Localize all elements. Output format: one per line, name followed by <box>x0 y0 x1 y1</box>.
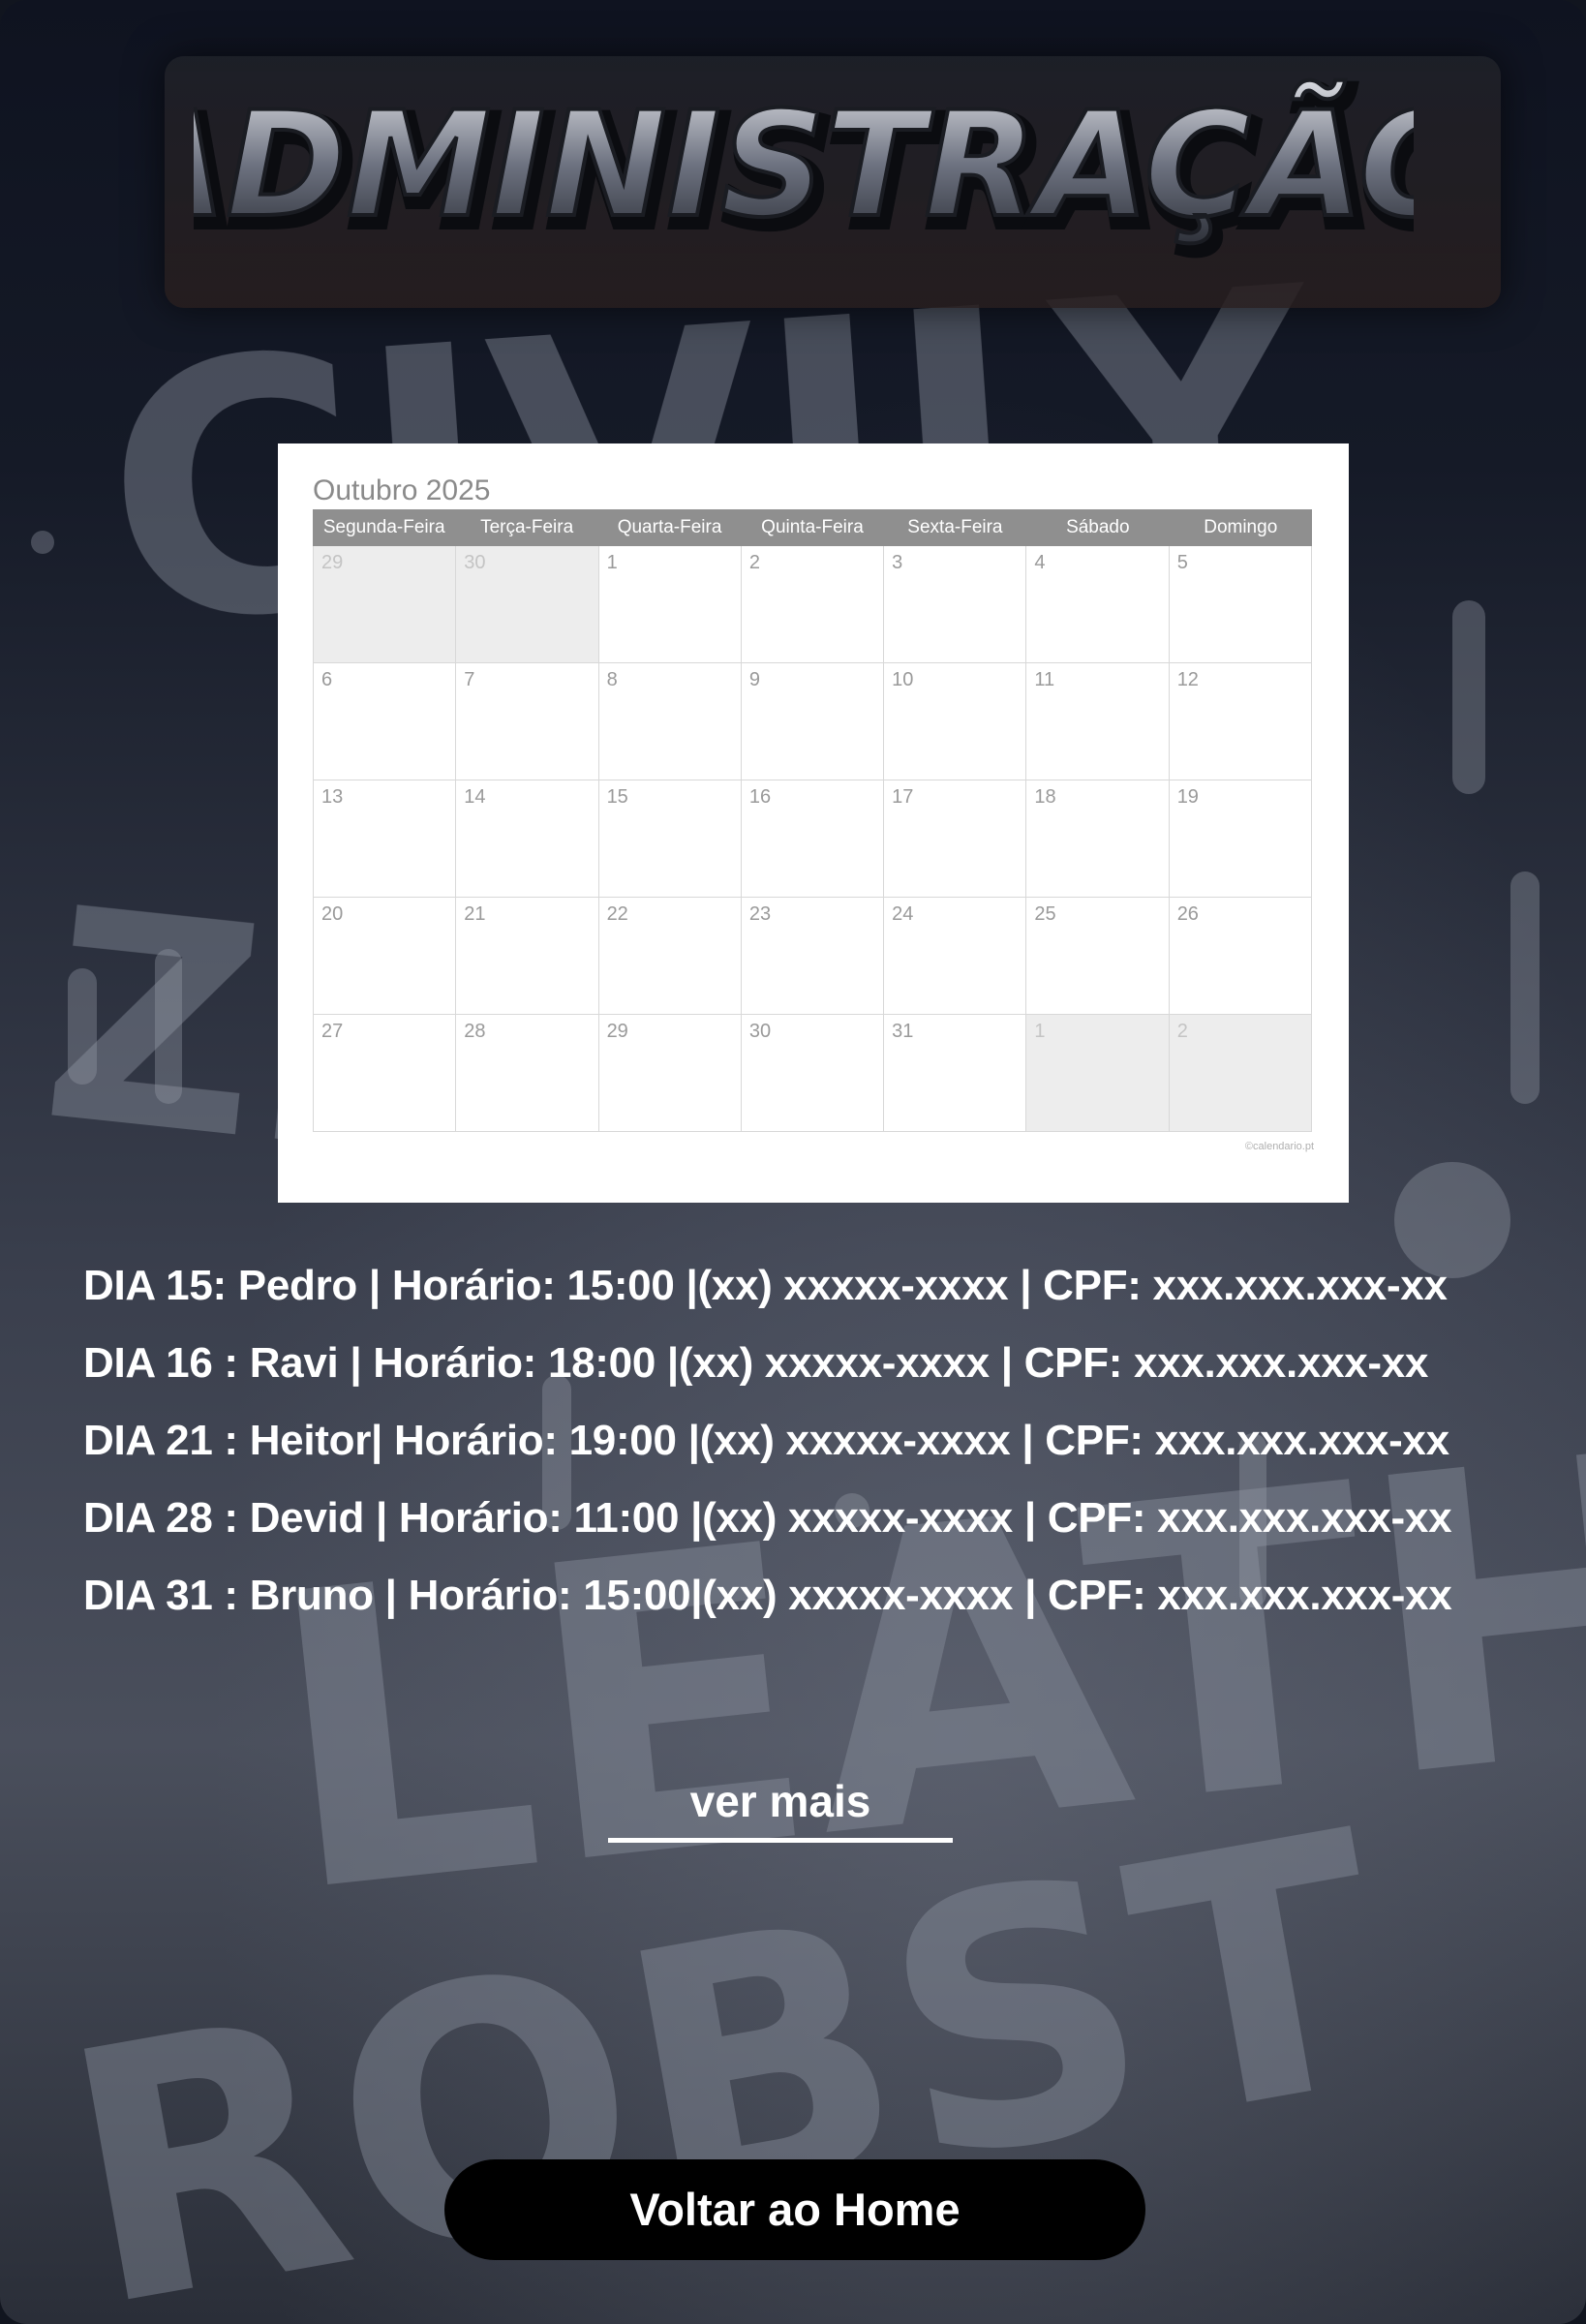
calendar-day: 9 <box>741 663 885 780</box>
day-number: 21 <box>464 903 486 925</box>
weekday-label: Terça-Feira <box>480 517 574 537</box>
weekday-label: Sexta-Feira <box>907 517 1003 537</box>
day-number: 6 <box>321 669 333 690</box>
calendar-day: 18 <box>1026 780 1170 898</box>
calendar-day: 26 <box>1169 898 1312 1015</box>
calendar-day: 3 <box>884 546 1027 663</box>
calendar-day: 20 <box>313 898 457 1015</box>
calendar-day: 28 <box>456 1015 599 1132</box>
day-number: 12 <box>1176 669 1199 690</box>
calendar-image: Outubro 2025 Segunda-Feira Terça-Feira Q… <box>278 443 1349 1203</box>
calendar-grid: Segunda-Feira Terça-Feira Quarta-Feira Q… <box>313 509 1312 1132</box>
calendar-day: 19 <box>1169 780 1312 898</box>
calendar-credit: ©calendario.pt <box>1244 1141 1314 1152</box>
day-number: 4 <box>1034 552 1046 573</box>
calendar-day: 30 <box>741 1015 885 1132</box>
calendar-day: 25 <box>1026 898 1170 1015</box>
day-number: 19 <box>1176 786 1199 808</box>
day-number: 1 <box>606 552 618 573</box>
admin-logo: ADMINISTRAÇÃO ADMINISTRAÇÃO <box>194 78 1414 264</box>
day-number: 24 <box>892 903 914 925</box>
calendar-day: 5 <box>1169 546 1312 663</box>
day-number: 16 <box>748 786 772 808</box>
day-number: 9 <box>748 669 760 690</box>
svg-text:ADMINISTRAÇÃO: ADMINISTRAÇÃO <box>194 80 1414 250</box>
calendar-day: 14 <box>456 780 599 898</box>
day-number: 3 <box>892 552 903 573</box>
appointment-item: DIA 21 : Heitor| Horário: 19:00 |(xx) xx… <box>83 1417 1449 1464</box>
day-number: 30 <box>464 552 486 573</box>
calendar-week: 6 7 8 9 10 11 12 <box>313 663 1312 780</box>
calendar-day: 24 <box>884 898 1027 1015</box>
day-number: 23 <box>748 903 772 925</box>
calendar-day: 4 <box>1026 546 1170 663</box>
appointment-item: DIA 16 : Ravi | Horário: 18:00 |(xx) xxx… <box>83 1339 1429 1387</box>
calendar-week: 20 21 22 23 24 25 26 <box>313 898 1312 1015</box>
calendar-week: 27 28 29 30 31 1 2 <box>313 1015 1312 1132</box>
day-number: 31 <box>892 1021 914 1042</box>
calendar-day: 7 <box>456 663 599 780</box>
weekday-label: Sábado <box>1066 517 1130 537</box>
day-number: 7 <box>464 669 475 690</box>
calendar-weekday-header: Segunda-Feira Terça-Feira Quarta-Feira Q… <box>313 509 1312 546</box>
day-number: 18 <box>1034 786 1056 808</box>
calendar-day: 2 <box>741 546 885 663</box>
calendar-day: 13 <box>313 780 457 898</box>
calendar-week: 13 14 15 16 17 18 19 <box>313 780 1312 898</box>
day-number: 11 <box>1034 669 1055 690</box>
calendar-day: 1 <box>1026 1015 1170 1132</box>
calendar-day: 27 <box>313 1015 457 1132</box>
appointment-item: DIA 31 : Bruno | Horário: 15:00|(xx) xxx… <box>83 1572 1452 1619</box>
day-number: 28 <box>464 1021 486 1042</box>
calendar-day: 12 <box>1169 663 1312 780</box>
day-number: 1 <box>1034 1021 1046 1042</box>
day-number: 2 <box>1176 1021 1188 1042</box>
day-number: 13 <box>321 786 344 808</box>
day-number: 14 <box>464 786 486 808</box>
calendar-day: 6 <box>313 663 457 780</box>
day-number: 25 <box>1034 903 1056 925</box>
day-number: 27 <box>321 1021 344 1042</box>
calendar-day: 22 <box>598 898 742 1015</box>
appointment-item: DIA 15: Pedro | Horário: 15:00 |(xx) xxx… <box>83 1262 1448 1309</box>
day-number: 2 <box>748 552 760 573</box>
calendar-week: 29 30 1 2 3 4 5 <box>313 546 1312 663</box>
see-more-link[interactable]: ver mais <box>608 1774 953 1843</box>
appointments-list: DIA 15: Pedro | Horário: 15:00 |(xx) xxx… <box>83 1255 1574 1642</box>
day-number: 22 <box>606 903 628 925</box>
day-number: 20 <box>321 903 344 925</box>
calendar-title: Outubro 2025 <box>313 474 491 506</box>
calendar-day: 10 <box>884 663 1027 780</box>
day-number: 10 <box>892 669 914 690</box>
calendar-day: 1 <box>598 546 742 663</box>
day-number: 30 <box>748 1021 772 1042</box>
day-number: 17 <box>892 786 914 808</box>
calendar-day: 21 <box>456 898 599 1015</box>
day-number: 8 <box>606 669 618 690</box>
admin-page: CIVILY ZITA LEATHER ROBST ADMINISTRA <box>0 0 1586 2324</box>
day-number: 5 <box>1176 552 1188 573</box>
calendar-day: 11 <box>1026 663 1170 780</box>
calendar-day: 8 <box>598 663 742 780</box>
back-home-button[interactable]: Voltar ao Home <box>444 2159 1145 2260</box>
day-number: 29 <box>606 1021 628 1042</box>
calendar-day: 2 <box>1169 1015 1312 1132</box>
calendar-day: 29 <box>313 546 457 663</box>
weekday-label: Quinta-Feira <box>761 517 864 537</box>
calendar-day: 31 <box>884 1015 1027 1132</box>
calendar-day: 29 <box>598 1015 742 1132</box>
calendar-day: 17 <box>884 780 1027 898</box>
calendar-day: 15 <box>598 780 742 898</box>
calendar-day: 30 <box>456 546 599 663</box>
calendar-day: 23 <box>741 898 885 1015</box>
weekday-label: Segunda-Feira <box>322 517 445 537</box>
day-number: 15 <box>606 786 628 808</box>
weekday-label: Domingo <box>1204 517 1278 537</box>
appointment-item: DIA 28 : Devid | Horário: 11:00 |(xx) xx… <box>83 1494 1452 1542</box>
calendar-day: 16 <box>741 780 885 898</box>
day-number: 26 <box>1176 903 1199 925</box>
day-number: 29 <box>321 552 344 573</box>
weekday-label: Quarta-Feira <box>617 517 722 537</box>
